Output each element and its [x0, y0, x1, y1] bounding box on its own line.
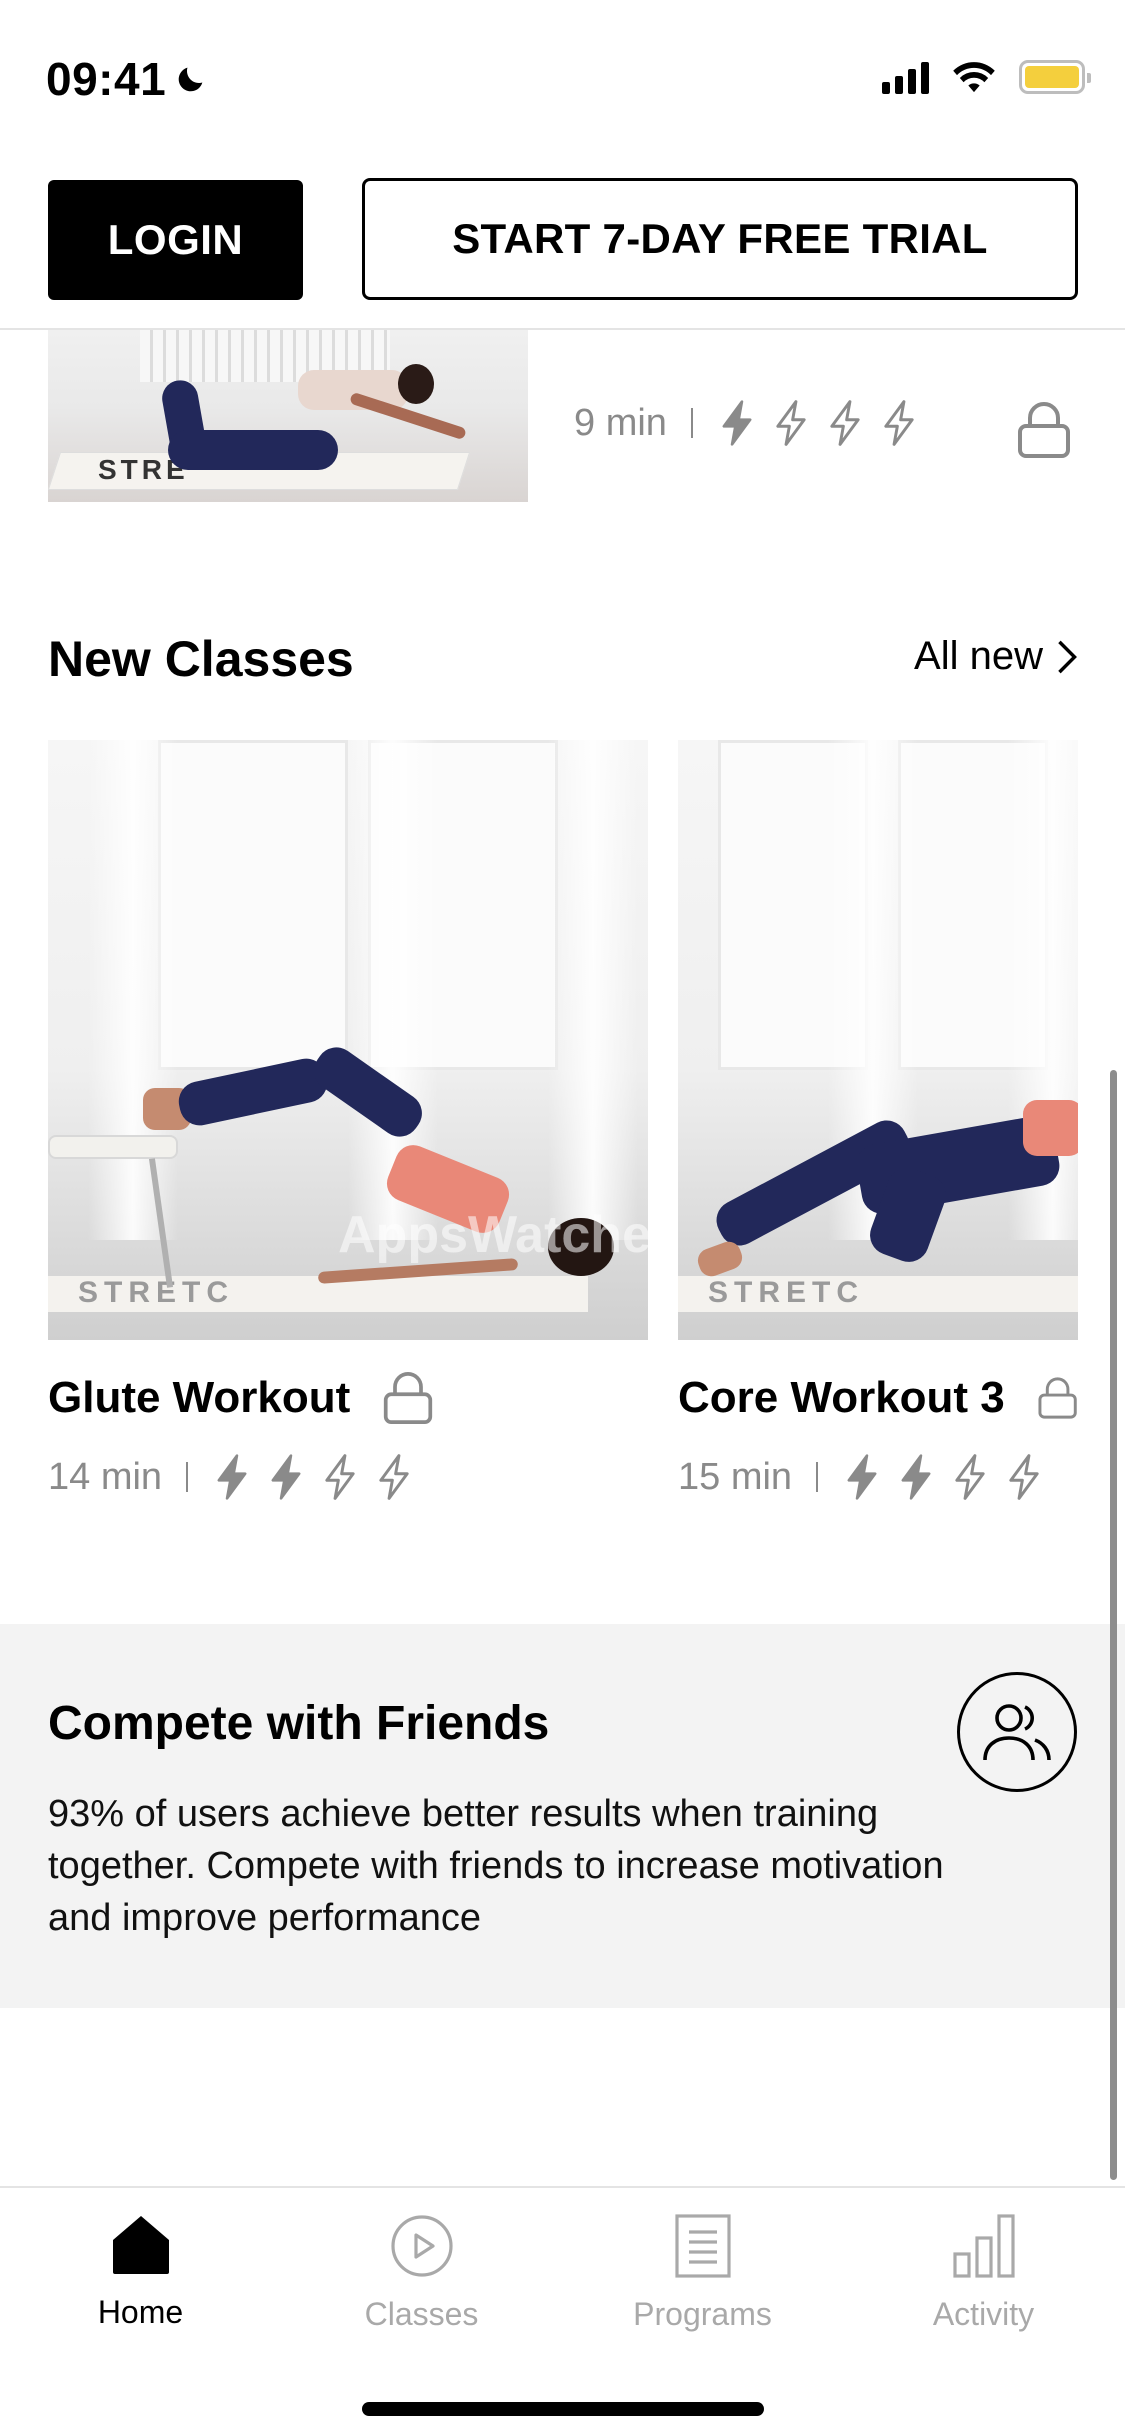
intensity-rating — [717, 400, 919, 446]
chair-seat — [48, 1135, 178, 1159]
separator — [816, 1462, 819, 1492]
class-title-row: Core Workout 3 — [678, 1370, 1078, 1426]
figure-torso — [1023, 1100, 1078, 1156]
section-title-new-classes: New Classes — [48, 631, 354, 687]
class-meta: 15 min — [678, 1454, 1078, 1500]
compete-with-friends-card[interactable]: Compete with Friends 93% of users achiev… — [0, 1624, 1125, 2008]
tab-label: Home — [97, 2294, 184, 2330]
curtain-decor — [88, 740, 178, 1240]
bolt-outline-icon — [379, 1454, 409, 1500]
lock-icon — [384, 1372, 433, 1424]
class-card-core-workout-3[interactable]: STRETC Core Workout 3 15 min — [678, 740, 1078, 1500]
battery-icon — [1019, 60, 1091, 94]
start-free-trial-button[interactable]: START 7-DAY FREE TRIAL — [362, 178, 1078, 300]
tab-label: Activity — [932, 2296, 1035, 2332]
bar-chart-icon — [952, 2214, 1015, 2278]
previous-class-meta: 9 min — [574, 400, 919, 446]
header: LOGIN START 7-DAY FREE TRIAL — [0, 160, 1125, 330]
wifi-icon — [953, 62, 995, 93]
lock-icon — [1018, 402, 1070, 458]
bolt-filled-icon — [722, 400, 752, 446]
bolt-filled-icon — [847, 1454, 877, 1500]
status-bar: 09:41 — [0, 0, 1125, 160]
duration-text: 14 min — [48, 1455, 163, 1498]
class-meta: 14 min — [48, 1454, 648, 1500]
play-circle-icon — [390, 2215, 453, 2277]
lock-icon — [1038, 1377, 1077, 1419]
bolt-outline-icon — [884, 400, 914, 446]
bolt-outline-icon — [776, 400, 806, 446]
document-list-icon — [674, 2214, 731, 2278]
bolt-outline-icon — [955, 1454, 985, 1500]
separator — [186, 1462, 189, 1492]
duration-text: 15 min — [678, 1455, 793, 1498]
intensity-rating — [212, 1454, 414, 1500]
curtain-decor — [548, 740, 638, 1240]
figure-leg — [168, 430, 338, 470]
friends-icon — [957, 1672, 1077, 1792]
class-title-row: Glute Workout — [48, 1370, 648, 1426]
previous-class-card[interactable]: STRE 9 min — [0, 330, 1125, 502]
separator — [690, 408, 693, 438]
compete-description: 93% of users achieve better results when… — [48, 1793, 944, 1939]
class-title: Core Workout 3 — [678, 1373, 1005, 1422]
intensity-rating — [842, 1454, 1044, 1500]
bolt-filled-icon — [271, 1454, 301, 1500]
bolt-filled-icon — [901, 1454, 931, 1500]
status-icons — [882, 60, 1091, 94]
tab-activity[interactable]: Activity — [843, 2214, 1124, 2333]
tab-label: Programs — [633, 2296, 772, 2332]
tab-label: Classes — [364, 2296, 479, 2332]
duration-text: 9 min — [574, 401, 667, 444]
figure-head — [398, 364, 434, 404]
home-icon — [112, 2216, 169, 2274]
home-indicator[interactable] — [362, 2402, 764, 2416]
mat-logo: STRETC — [78, 1276, 234, 1309]
tab-classes[interactable]: Classes — [281, 2214, 562, 2333]
tab-home[interactable]: Home — [0, 2214, 281, 2331]
mat-logo: STRETC — [708, 1276, 864, 1309]
cellular-signal-icon — [882, 60, 929, 94]
all-new-link[interactable]: All new — [914, 634, 1077, 679]
compete-title: Compete with Friends — [48, 1697, 550, 1750]
bolt-filled-icon — [217, 1454, 247, 1500]
moon-icon — [178, 67, 203, 92]
class-title: Glute Workout — [48, 1373, 351, 1422]
class-image: STRETC — [678, 740, 1078, 1340]
class-thumbnail: STRE — [48, 330, 528, 502]
bolt-outline-icon — [830, 400, 860, 446]
class-image: STRETC AppsWatcher.com — [48, 740, 648, 1340]
all-new-label: All new — [914, 634, 1043, 678]
clock-text: 09:41 — [46, 53, 167, 105]
bolt-outline-icon — [325, 1454, 355, 1500]
status-time: 09:41 — [46, 52, 208, 106]
window-decor — [158, 740, 348, 1070]
bolt-outline-icon — [1009, 1454, 1039, 1500]
tab-programs[interactable]: Programs — [562, 2214, 843, 2333]
scroll-indicator[interactable] — [1110, 1070, 1117, 2180]
login-button[interactable]: LOGIN — [48, 180, 303, 300]
chevron-right-icon — [1058, 640, 1077, 673]
tab-bar: Home Classes Programs Activity — [0, 2186, 1125, 2436]
class-card-glute-workout[interactable]: STRETC AppsWatcher.com Glute Workout 14 … — [48, 740, 648, 1500]
